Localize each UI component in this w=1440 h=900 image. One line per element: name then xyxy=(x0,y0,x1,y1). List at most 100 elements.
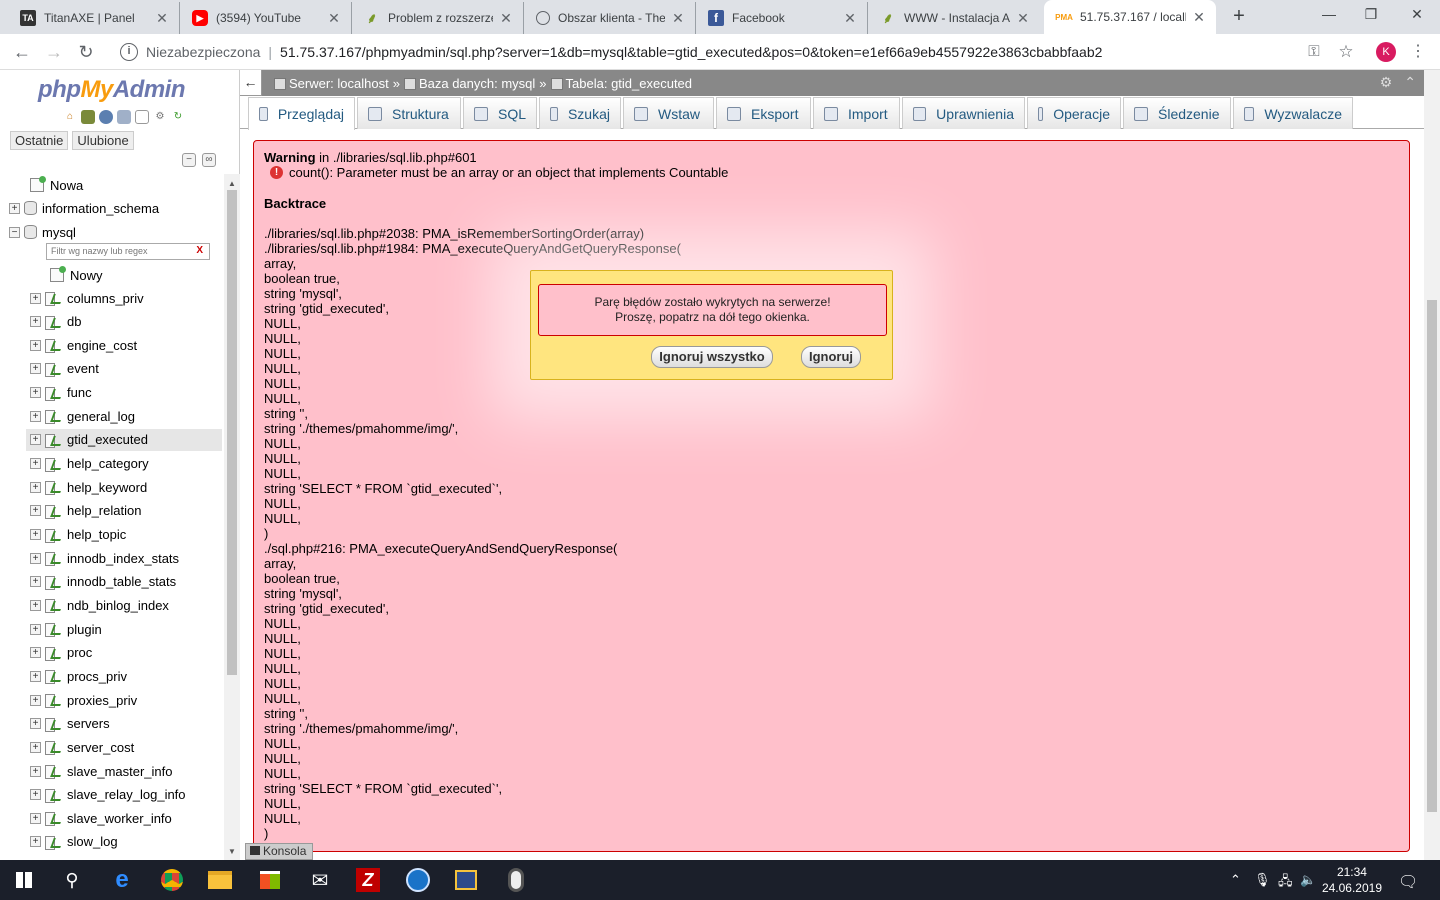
expand-icon[interactable]: + xyxy=(30,363,41,375)
browser-tab[interactable]: Obszar klienta - The ✕ xyxy=(524,2,696,34)
browser-tab[interactable]: ⸙ WWW - Instalacja A ✕ xyxy=(868,2,1040,34)
close-tab-icon[interactable]: ✕ xyxy=(671,10,685,27)
menu-kebab-icon[interactable]: ⋮ xyxy=(1406,40,1430,64)
expand-icon[interactable]: + xyxy=(9,202,20,214)
tree-item-table[interactable]: + func xyxy=(26,382,222,404)
tab-search[interactable]: Szukaj xyxy=(539,97,621,129)
sidebar-scrollbar-thumb[interactable] xyxy=(227,190,237,675)
search-icon[interactable]: ⚲ xyxy=(48,860,96,900)
tree-item-table[interactable]: + server_cost xyxy=(26,736,222,758)
console-toggle[interactable]: Konsola xyxy=(245,843,313,860)
browser-tab[interactable]: TA TitanAXE | Panel ✕ xyxy=(8,2,180,34)
tree-item-table[interactable]: + ndb_binlog_index xyxy=(26,594,222,616)
file-explorer-icon[interactable] xyxy=(196,860,244,900)
tree-item-table[interactable]: + db xyxy=(26,311,222,333)
page-icon[interactable] xyxy=(135,110,149,124)
expand-icon[interactable]: + xyxy=(30,339,41,351)
expand-icon[interactable]: + xyxy=(30,576,41,588)
ignore-button[interactable]: Ignoruj xyxy=(801,346,861,368)
expand-icon[interactable]: + xyxy=(30,552,41,564)
microphone-icon[interactable]: 🎙 xyxy=(1254,872,1271,888)
collapse-up-icon[interactable]: ⌃ xyxy=(1404,74,1416,91)
help-icon[interactable] xyxy=(99,110,113,124)
close-tab-icon[interactable]: ✕ xyxy=(155,10,169,27)
expand-icon[interactable]: + xyxy=(30,623,41,635)
tree-item-table[interactable]: + innodb_table_stats xyxy=(26,571,222,593)
expand-icon[interactable]: + xyxy=(30,529,41,540)
docs-icon[interactable] xyxy=(117,110,131,124)
phpmyadmin-logo[interactable]: phpMyAdmin xyxy=(38,76,186,104)
edge-icon[interactable]: e xyxy=(98,860,146,900)
breadcrumb-database[interactable]: Baza danych: mysql xyxy=(403,76,535,91)
close-window-icon[interactable]: ✕ xyxy=(1402,6,1432,26)
expand-icon[interactable]: + xyxy=(30,812,41,824)
tree-item-new-table[interactable]: Nowy xyxy=(50,264,103,286)
volume-icon[interactable]: 🔈 xyxy=(1300,872,1316,888)
url-text[interactable]: 51.75.37.167/phpmyadmin/sql.php?server=1… xyxy=(280,44,1102,60)
tree-item-table[interactable]: + general_log xyxy=(26,405,222,427)
tree-item-table[interactable]: + procs_priv xyxy=(26,665,222,687)
expand-icon[interactable]: + xyxy=(30,836,41,848)
reload-icon[interactable]: ↻ xyxy=(74,40,98,64)
minimize-window-icon[interactable]: — xyxy=(1314,6,1344,26)
tree-item-table[interactable]: + plugin xyxy=(26,618,222,640)
mail-icon[interactable]: ✉ xyxy=(296,860,344,900)
breadcrumb-table[interactable]: Tabela: gtid_executed xyxy=(550,76,692,91)
tab-browse[interactable]: Przeglądaj xyxy=(248,97,355,130)
reload-icon[interactable]: ↻ xyxy=(171,110,185,124)
profile-avatar[interactable]: K xyxy=(1376,42,1396,62)
tab-structure[interactable]: Struktura xyxy=(357,97,461,129)
close-tab-icon[interactable]: ✕ xyxy=(499,10,513,27)
bookmark-star-icon[interactable]: ☆ xyxy=(1334,40,1358,64)
browser-tab[interactable]: f Facebook ✕ xyxy=(696,2,868,34)
expand-icon[interactable]: + xyxy=(30,387,41,399)
expand-icon[interactable]: + xyxy=(30,458,41,470)
expand-icon[interactable]: + xyxy=(30,316,41,328)
new-tab-button[interactable]: + xyxy=(1228,5,1250,27)
teamviewer-icon[interactable] xyxy=(394,860,442,900)
settings-gear-icon[interactable]: ⚙ xyxy=(1380,74,1393,91)
tab-privileges[interactable]: Uprawnienia xyxy=(902,97,1025,129)
tree-item-table[interactable]: + proxies_priv xyxy=(26,689,222,711)
tree-item-table[interactable]: + engine_cost xyxy=(26,334,222,356)
forward-arrow-icon[interactable]: → xyxy=(42,40,66,64)
tree-item-db[interactable]: − mysql xyxy=(9,221,76,243)
settings-gear-icon[interactable]: ⚙ xyxy=(153,110,167,124)
expand-icon[interactable]: + xyxy=(30,765,41,777)
close-tab-icon[interactable]: ✕ xyxy=(1016,10,1030,27)
tree-item-table[interactable]: + proc xyxy=(26,642,222,664)
key-icon[interactable]: ⚿ xyxy=(1302,40,1326,64)
tree-item-table[interactable]: + slow_log xyxy=(26,831,222,853)
system-clock[interactable]: 21:34 24.06.2019 xyxy=(1322,864,1382,896)
expand-icon[interactable]: + xyxy=(30,292,41,304)
tab-tracking[interactable]: Śledzenie xyxy=(1123,97,1231,129)
back-arrow-icon[interactable]: ← xyxy=(10,40,34,64)
expand-icon[interactable]: + xyxy=(30,647,41,659)
table-filter-input[interactable]: Filtr wg nazwy lub regex X xyxy=(46,243,210,260)
tab-import[interactable]: Import xyxy=(813,97,900,129)
breadcrumb-server[interactable]: Serwer: localhost xyxy=(274,76,389,91)
address-bar[interactable]: i Niezabezpieczona | 51.75.37.167/phpmya… xyxy=(108,38,1360,66)
clear-filter-icon[interactable]: X xyxy=(196,245,203,256)
expand-icon[interactable]: + xyxy=(30,718,41,730)
notifications-icon[interactable]: 🗨 xyxy=(1398,872,1418,892)
expand-icon[interactable]: + xyxy=(30,599,41,611)
close-tab-icon[interactable]: ✕ xyxy=(1192,9,1206,26)
main-scrollbar-thumb[interactable] xyxy=(1427,300,1437,812)
collapse-sidebar-icon[interactable]: ← xyxy=(240,70,262,96)
home-icon[interactable]: ⌂ xyxy=(63,110,77,124)
expand-icon[interactable]: + xyxy=(30,694,41,706)
scroll-up-arrow-icon[interactable]: ▲ xyxy=(228,179,236,188)
tree-item-table[interactable]: + help_keyword xyxy=(26,476,222,498)
tree-item-table[interactable]: + event xyxy=(26,358,222,380)
tab-export[interactable]: Eksport xyxy=(716,97,811,129)
tab-sql[interactable]: SQL xyxy=(463,97,537,129)
close-tab-icon[interactable]: ✕ xyxy=(327,10,341,27)
collapse-all-icon[interactable]: − xyxy=(182,153,196,167)
tree-item-db[interactable]: + information_schema xyxy=(9,197,159,219)
expand-icon[interactable]: + xyxy=(30,505,41,517)
scroll-down-arrow-icon[interactable]: ▼ xyxy=(228,847,236,856)
collapse-icon[interactable]: − xyxy=(9,226,20,238)
tree-item-table[interactable]: + slave_worker_info xyxy=(26,807,222,829)
link-icon[interactable]: ∞ xyxy=(202,153,216,167)
